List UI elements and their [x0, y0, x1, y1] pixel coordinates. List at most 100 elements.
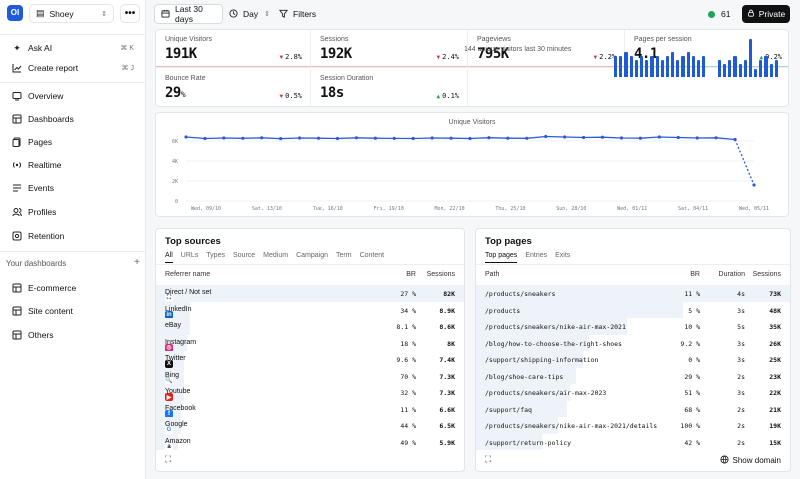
realtime-bar[interactable]	[619, 55, 623, 77]
sidebar-item-events[interactable]: Events	[6, 178, 140, 198]
table-row[interactable]: eBay 8.1 % 8.6K	[156, 318, 464, 335]
col-sessions[interactable]: Sessions	[753, 271, 781, 278]
tab-term[interactable]: Term	[336, 252, 352, 263]
table-row[interactable]: /blog/how-to-choose-the-right-shoes 9.2 %…	[476, 334, 790, 351]
data-point[interactable]	[657, 135, 661, 139]
col-sessions[interactable]: Sessions	[427, 271, 455, 278]
realtime-bar[interactable]	[634, 60, 638, 77]
data-point[interactable]	[468, 136, 472, 141]
data-point[interactable]	[316, 136, 321, 140]
data-point[interactable]	[392, 136, 396, 140]
privacy-button[interactable]: Private	[742, 5, 790, 23]
project-selector[interactable]: ▤ Shoey ⇕	[29, 4, 114, 23]
realtime-bar[interactable]	[665, 55, 670, 77]
scan-icon[interactable]: ⛶	[485, 454, 491, 465]
scan-icon[interactable]: ⛶	[165, 454, 171, 465]
visitors-line-chart[interactable]: 6K 4K 2K 0 Wed, 09/10 Sat, 13/10 Tue, 16/10 Fri…	[156, 113, 788, 216]
realtime-bar[interactable]	[743, 60, 747, 77]
table-row[interactable]: /products 5 % 3s 48K	[476, 301, 790, 318]
table-row[interactable]: ▶ Youtube 32 % 7.3K	[156, 384, 464, 401]
table-row[interactable]: /products/sneakers/nike-air-max-2021/det…	[476, 417, 790, 434]
live-visitors[interactable]: 61	[708, 5, 730, 23]
table-row[interactable]: X Twitter 9.6 % 7.4K	[156, 351, 464, 368]
realtime-bar[interactable]	[681, 55, 685, 77]
tab-source[interactable]: Source	[233, 252, 255, 263]
table-row[interactable]: in LinkedIn 34 % 8.9K	[156, 301, 464, 319]
tab-entries[interactable]: Entries	[525, 252, 547, 263]
realtime-bar[interactable]	[748, 39, 753, 77]
data-point[interactable]	[563, 135, 567, 139]
data-point[interactable]	[449, 136, 453, 140]
table-row[interactable]: /support/shipping-information 0 % 3s 25K	[476, 351, 790, 368]
sidebar-item-others[interactable]: Others	[6, 325, 140, 345]
table-row[interactable]: /blog/shoe-care-tips 29 % 2s 23K	[476, 367, 790, 384]
data-point[interactable]	[752, 183, 756, 187]
realtime-bar[interactable]	[629, 55, 633, 77]
add-dashboard-icon[interactable]: +	[134, 257, 140, 268]
realtime-bar-chart[interactable]	[614, 39, 780, 77]
realtime-bar[interactable]	[759, 60, 763, 77]
realtime-bar[interactable]	[691, 55, 695, 77]
realtime-bar[interactable]	[722, 64, 727, 77]
table-row[interactable]: /products/sneakers/nike-air-max-2021 10 %…	[476, 318, 790, 335]
data-point[interactable]	[582, 135, 586, 140]
sidebar-item-realtime[interactable]: Realtime	[6, 155, 140, 175]
app-logo[interactable]: OI	[7, 5, 23, 21]
show-domain-button[interactable]: Show domain	[719, 455, 781, 466]
realtime-bar[interactable]	[676, 60, 680, 77]
data-point[interactable]	[676, 135, 680, 140]
tab-exits[interactable]: Exits	[555, 252, 570, 263]
sidebar-item-pages[interactable]: Pages	[6, 132, 140, 152]
data-point[interactable]	[260, 136, 264, 140]
realtime-bar[interactable]	[754, 68, 758, 77]
realtime-bar[interactable]	[717, 60, 721, 77]
realtime-bar[interactable]	[650, 55, 654, 77]
tab-urls[interactable]: URLs	[181, 252, 199, 263]
tab-all[interactable]: All	[165, 252, 173, 263]
more-button[interactable]: •••	[120, 4, 140, 23]
table-row[interactable]: ◎ Instagram 18 % 8K	[156, 334, 464, 352]
col-referrer-name[interactable]: Referrer name	[165, 271, 210, 278]
data-point[interactable]	[430, 136, 434, 140]
sidebar-item-e-commerce[interactable]: E-commerce	[6, 278, 140, 298]
realtime-bar[interactable]	[655, 55, 659, 77]
realtime-bar[interactable]	[738, 64, 742, 77]
sidebar-item-retention[interactable]: Retention	[6, 226, 140, 246]
realtime-bar[interactable]	[645, 60, 649, 77]
realtime-bar[interactable]	[686, 51, 690, 77]
data-point[interactable]	[695, 136, 699, 140]
data-point[interactable]	[506, 136, 510, 140]
data-point[interactable]	[335, 136, 340, 141]
realtime-bar[interactable]	[660, 60, 664, 77]
col-br[interactable]: BR	[406, 271, 416, 278]
table-row[interactable]: ⛶ Direct / Not set 27 % 82K	[156, 285, 464, 302]
table-row[interactable]: f Facebook 11 % 6.6K	[156, 400, 464, 418]
ask-ai-button[interactable]: ✦ Ask AI ⌘ K	[6, 38, 140, 58]
tab-top-pages[interactable]: Top pages	[485, 252, 518, 263]
data-point[interactable]	[203, 136, 207, 141]
tab-content[interactable]: Content	[360, 252, 385, 263]
data-point[interactable]	[184, 135, 188, 139]
data-point[interactable]	[525, 136, 529, 140]
realtime-bar[interactable]	[614, 55, 618, 77]
data-point[interactable]	[487, 136, 491, 140]
realtime-bar[interactable]	[764, 55, 768, 77]
filters-button[interactable]: Filters	[279, 4, 316, 24]
realtime-bar[interactable]	[774, 60, 778, 77]
sidebar-item-profiles[interactable]: Profiles	[6, 202, 140, 222]
create-report-button[interactable]: Create report ⌘ J	[6, 58, 140, 78]
table-row[interactable]: G Google 44 % 6.5K	[156, 417, 464, 434]
data-point[interactable]	[714, 136, 718, 140]
date-range-button[interactable]: Last 30 days	[154, 4, 223, 24]
data-point[interactable]	[638, 136, 642, 140]
realtime-bar[interactable]	[624, 51, 628, 77]
table-row[interactable]: a Amazon 49 % 5.9K	[156, 433, 464, 451]
data-point[interactable]	[354, 136, 358, 140]
tab-campaign[interactable]: Campaign	[296, 252, 328, 263]
metric-unique-visitors[interactable]: Unique Visitors 191K ▼ 2.8%	[156, 30, 311, 68]
data-point[interactable]	[600, 135, 605, 139]
tab-types[interactable]: Types	[206, 252, 225, 263]
table-row[interactable]: 🔍 Bing 70 % 7.3K	[156, 367, 464, 385]
data-point[interactable]	[544, 134, 548, 139]
realtime-bar[interactable]	[697, 60, 701, 77]
